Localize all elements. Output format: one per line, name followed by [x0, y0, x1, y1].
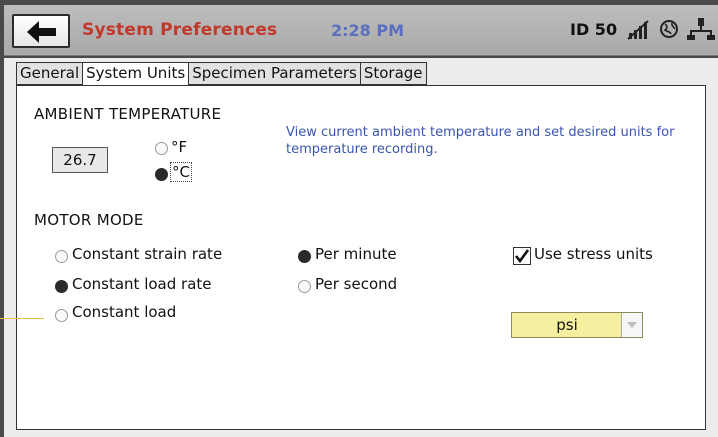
- constant-load-rate-radio[interactable]: [55, 280, 68, 293]
- network-icon: [687, 18, 715, 40]
- tab-bar: General System Units Specimen Parameters…: [16, 62, 427, 86]
- back-button[interactable]: [12, 14, 70, 48]
- checkmark-icon: [514, 249, 530, 264]
- ambient-help-text: View current ambient temperature and set…: [286, 125, 675, 157]
- chevron-down-icon: [627, 322, 637, 328]
- back-arrow-icon: [27, 21, 56, 43]
- constant-load-radio[interactable]: [55, 309, 68, 322]
- per-second-label[interactable]: Per second: [315, 275, 397, 293]
- per-minute-label[interactable]: Per minute: [315, 245, 397, 263]
- fahrenheit-label[interactable]: °F: [171, 138, 187, 156]
- ambient-temperature-value: 26.7: [52, 147, 108, 173]
- title-bar: System Preferences 2:28 PM ID 50: [4, 5, 718, 56]
- celsius-radio[interactable]: [155, 168, 168, 181]
- ambient-temperature-heading: AMBIENT TEMPERATURE: [34, 105, 222, 123]
- per-minute-radio[interactable]: [298, 250, 311, 263]
- constant-load-rate-label[interactable]: Constant load rate: [72, 275, 212, 293]
- tab-specimen-parameters[interactable]: Specimen Parameters: [188, 62, 360, 85]
- callout-line: [0, 318, 44, 319]
- clock-time: 2:28 PM: [331, 21, 405, 40]
- dropdown-button[interactable]: [621, 313, 642, 337]
- tab-general[interactable]: General: [16, 62, 83, 85]
- content-panel: General System Units Specimen Parameters…: [4, 58, 718, 437]
- stress-units-value: psi: [556, 316, 578, 334]
- tab-system-units[interactable]: System Units: [82, 62, 189, 86]
- constant-strain-rate-label[interactable]: Constant strain rate: [72, 245, 222, 263]
- per-second-radio[interactable]: [298, 280, 311, 293]
- motor-mode-heading: MOTOR MODE: [34, 211, 144, 229]
- use-stress-units-label[interactable]: Use stress units: [534, 245, 653, 263]
- constant-load-label[interactable]: Constant load: [72, 303, 176, 321]
- device-frame: System Preferences 2:28 PM ID 50 General: [0, 0, 718, 437]
- no-signal-icon: [627, 20, 649, 40]
- fahrenheit-radio[interactable]: [155, 142, 168, 155]
- stress-units-select[interactable]: psi: [511, 312, 643, 338]
- tab-storage[interactable]: Storage: [359, 62, 427, 85]
- use-stress-units-checkbox[interactable]: [513, 247, 531, 265]
- constant-strain-rate-radio[interactable]: [55, 250, 68, 263]
- celsius-label[interactable]: °C: [170, 162, 192, 182]
- globe-icon: [660, 20, 678, 38]
- device-id: ID 50: [570, 20, 618, 39]
- system-units-page: AMBIENT TEMPERATURE 26.7 °F °C View curr…: [16, 85, 706, 430]
- page-title: System Preferences: [82, 20, 278, 40]
